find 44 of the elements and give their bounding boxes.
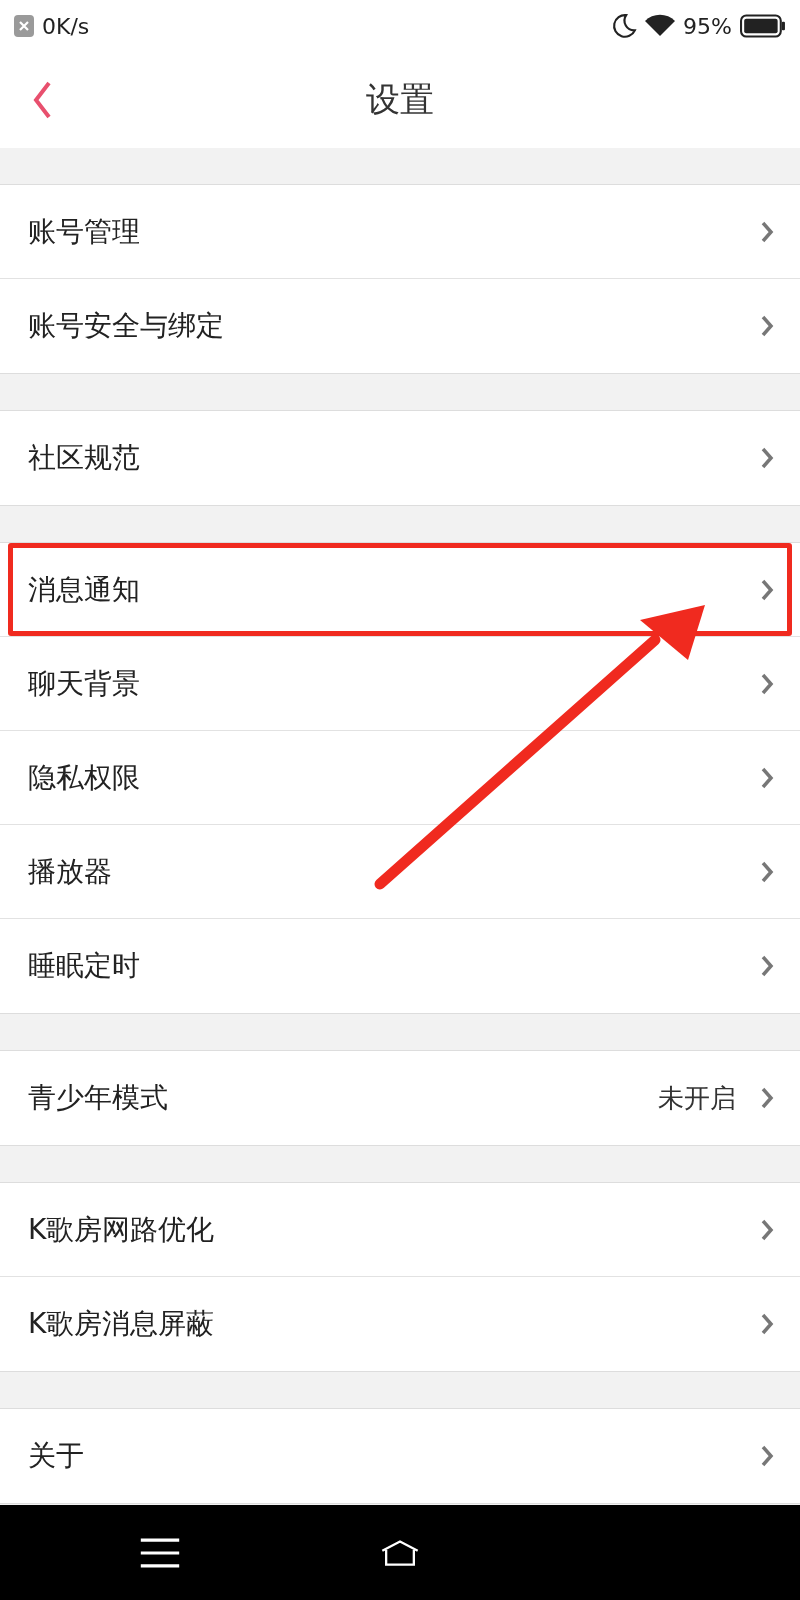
item-label: K歌房消息屏蔽 [28, 1306, 216, 1342]
item-label: 睡眠定时 [28, 948, 141, 984]
settings-item[interactable]: K歌房网路优化 [0, 1183, 800, 1277]
chevron-icon [760, 219, 774, 244]
item-label: 社区规范 [28, 440, 141, 476]
moon-icon [611, 13, 638, 39]
item-label: 聊天背景 [28, 665, 141, 702]
chevron-icon [760, 1444, 774, 1468]
settings-item[interactable]: 青少年模式 未开启 [0, 1051, 800, 1145]
chevron-icon [760, 765, 774, 790]
item-label: 消息通知 [28, 571, 141, 608]
battery-percent: 95% [683, 13, 732, 39]
network-speed: 0K/s [42, 13, 90, 39]
item-label: K歌房网路优化 [28, 1211, 216, 1248]
item-label: 播放器 [28, 853, 113, 890]
chevron-icon [760, 859, 774, 884]
back-icon[interactable] [32, 80, 52, 120]
settings-item[interactable]: 账号安全与绑定 [0, 279, 800, 373]
item-label: 关于 [28, 1438, 85, 1474]
chevron-icon [760, 446, 774, 470]
settings-item[interactable]: 睡眠定时 [0, 919, 800, 1013]
settings-item[interactable]: 关于 [0, 1409, 800, 1503]
item-label: 青少年模式 [28, 1080, 169, 1116]
settings-item[interactable]: 社区规范 [0, 411, 800, 505]
item-label: 隐私权限 [28, 759, 141, 796]
page-title: 设置 [366, 78, 434, 121]
chevron-icon [760, 1312, 774, 1336]
settings-item[interactable]: 账号管理 [0, 185, 800, 279]
menu-icon[interactable] [140, 1536, 180, 1569]
chevron-icon [760, 1217, 774, 1242]
close-icon [14, 15, 34, 37]
chevron-icon [760, 954, 774, 978]
chevron-icon [760, 1086, 774, 1110]
wifi-icon [645, 14, 676, 38]
item-label: 账号管理 [28, 213, 141, 250]
chevron-icon [760, 314, 774, 338]
chevron-icon [760, 577, 774, 602]
settings-item[interactable]: 隐私权限 [0, 731, 800, 825]
settings-item[interactable]: K歌房消息屏蔽 [0, 1277, 800, 1371]
chevron-icon [760, 671, 774, 696]
settings-item[interactable]: 播放器 [0, 825, 800, 919]
item-value: 未开启 [658, 1081, 736, 1115]
battery-icon [740, 14, 786, 38]
item-label: 账号安全与绑定 [28, 308, 225, 344]
